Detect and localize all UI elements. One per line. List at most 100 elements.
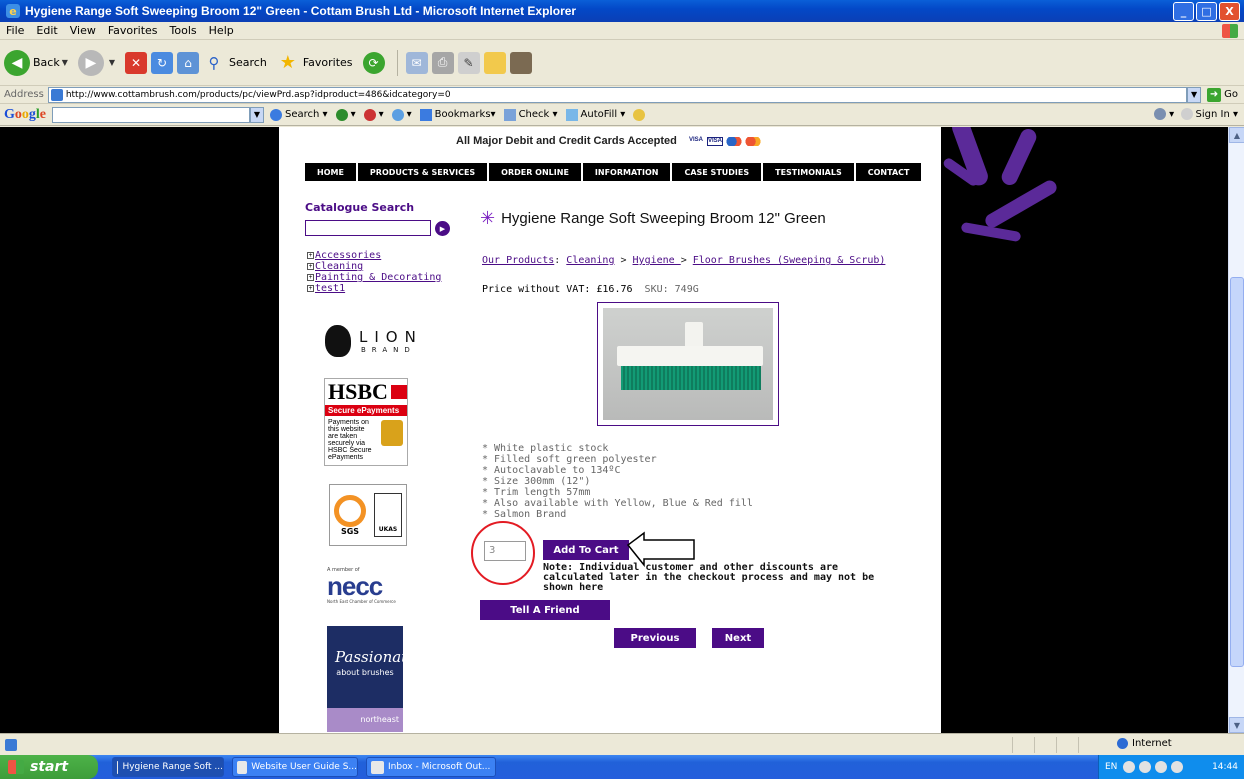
scroll-down-icon[interactable]: ▼	[1229, 717, 1244, 733]
home-icon[interactable]: ⌂	[177, 51, 200, 74]
google-sign-in[interactable]: ▾ Sign In ▾	[1154, 108, 1238, 120]
vertical-scrollbar[interactable]: ▲ ▼	[1228, 127, 1244, 733]
brand-text: BRAND	[361, 346, 416, 354]
breadcrumb-cleaning[interactable]: Cleaning	[566, 255, 614, 266]
close-button[interactable]: X	[1219, 1, 1240, 21]
mail-icon[interactable]: ✉	[405, 51, 428, 74]
print-icon[interactable]: ⎙	[431, 51, 454, 74]
passionate-about-brushes-logo[interactable]: Passionate about brushes northeast	[327, 626, 416, 732]
forward-button[interactable]: ▶ ▼	[77, 49, 115, 76]
ukas-text: UKAS	[378, 526, 398, 533]
nav-testimonials[interactable]: TESTIMONIALS	[763, 163, 856, 181]
product-image[interactable]	[597, 302, 779, 426]
window-title-bar[interactable]: e Hygiene Range Soft Sweeping Broom 12" …	[0, 0, 1244, 22]
taskbar-item-outlook[interactable]: Inbox - Microsoft Out...	[366, 757, 496, 777]
history-icon[interactable]: ⟳	[362, 51, 385, 74]
expand-icon[interactable]: +	[307, 252, 314, 259]
expand-icon[interactable]: +	[307, 263, 314, 270]
tray-icon[interactable]	[1139, 761, 1152, 773]
menu-edit[interactable]: Edit	[30, 24, 63, 37]
google-dropdown-icon[interactable]: ▼	[250, 106, 264, 123]
expand-icon[interactable]: +	[307, 274, 314, 281]
catalogue-search-input[interactable]	[305, 220, 431, 236]
spellcheck-icon	[503, 108, 516, 121]
minimize-button[interactable]: _	[1173, 1, 1194, 21]
lion-brand-logo[interactable]: LION BRAND	[325, 325, 423, 357]
news-icon[interactable]: ▾	[391, 108, 412, 121]
card-logos: VISA VISA	[688, 136, 764, 146]
category-link-painting[interactable]: Painting & Decorating	[315, 272, 441, 283]
security-zone: Internet	[1117, 738, 1172, 749]
search-button[interactable]: ⚲ Search	[203, 52, 267, 74]
address-dropdown-icon[interactable]: ▼	[1187, 86, 1202, 103]
wrench-icon[interactable]	[1154, 108, 1167, 120]
category-item: + Cleaning	[307, 261, 441, 272]
menu-view[interactable]: View	[64, 24, 102, 37]
nav-order-online[interactable]: ORDER ONLINE	[489, 163, 583, 181]
highlight-icon[interactable]	[633, 108, 648, 121]
taskbar-item-ie[interactable]: Hygiene Range Soft ...	[112, 757, 224, 777]
popup-blocker-icon[interactable]: ▾	[363, 108, 384, 121]
spellcheck-button[interactable]: Check ▾	[503, 108, 558, 121]
autofill-icon	[565, 108, 578, 121]
expand-icon[interactable]: +	[307, 285, 314, 292]
star-icon: ★	[279, 52, 296, 73]
system-tray: EN 14:44	[1098, 755, 1244, 779]
nav-products-services[interactable]: PRODUCTS & SERVICES	[358, 163, 490, 181]
catalogue-search-go-icon[interactable]: ▶	[435, 221, 450, 236]
scroll-thumb[interactable]	[1230, 277, 1244, 667]
google-search-button[interactable]: Search ▾	[270, 108, 328, 121]
go-button[interactable]: ➜ Go	[1201, 87, 1244, 102]
refresh-icon[interactable]: ↻	[151, 51, 174, 74]
back-button[interactable]: ◀ Back ▼	[4, 49, 68, 76]
taskbar-item-word[interactable]: Website User Guide S...	[232, 757, 358, 777]
scroll-up-icon[interactable]: ▲	[1229, 127, 1244, 143]
next-button[interactable]: Next	[712, 628, 764, 648]
google-search-label: Search	[285, 109, 320, 120]
research-icon[interactable]	[509, 51, 532, 74]
tell-a-friend-button[interactable]: Tell A Friend	[480, 600, 610, 620]
padlock-icon	[381, 420, 403, 446]
category-link-test1[interactable]: test1	[315, 283, 345, 294]
chevron-down-icon[interactable]: ▼	[62, 58, 68, 67]
nav-home[interactable]: HOME	[305, 163, 358, 181]
menu-tools[interactable]: Tools	[164, 24, 203, 37]
chevron-down-icon[interactable]: ▼	[109, 58, 115, 67]
hsbc-secure-logo[interactable]: HSBC Secure ePayments Payments on this w…	[324, 378, 408, 466]
folder-icon[interactable]	[483, 51, 506, 74]
tray-icon[interactable]	[1123, 761, 1136, 773]
back-label: Back	[33, 56, 60, 69]
discount-note: Note: Individual customer and other disc…	[543, 562, 875, 593]
start-button[interactable]: start	[0, 755, 98, 779]
word-icon	[237, 760, 248, 774]
menu-file[interactable]: File	[0, 24, 30, 37]
category-link-cleaning[interactable]: Cleaning	[315, 261, 363, 272]
category-link-accessories[interactable]: Accessories	[315, 250, 381, 261]
breadcrumb-floor-brushes[interactable]: Floor Brushes (Sweeping & Scrub)	[693, 255, 886, 266]
nav-information[interactable]: INFORMATION	[583, 163, 673, 181]
page-viewport: All Major Debit and Credit Cards Accepte…	[0, 127, 1244, 733]
language-indicator[interactable]: EN	[1105, 762, 1117, 772]
clock[interactable]: 14:44	[1212, 762, 1238, 772]
necc-logo[interactable]: A member of necc North East Chamber of C…	[327, 567, 407, 604]
previous-button[interactable]: Previous	[614, 628, 696, 648]
favorites-button[interactable]: ★ Favorites	[277, 52, 353, 74]
stop-icon[interactable]: ✕	[125, 51, 148, 74]
breadcrumb-our-products[interactable]: Our Products	[482, 255, 554, 266]
address-input[interactable]: http://www.cottambrush.com/products/pc/v…	[47, 86, 1188, 103]
menu-help[interactable]: Help	[203, 24, 240, 37]
tray-icon[interactable]	[1171, 761, 1184, 773]
google-search-input[interactable]	[52, 106, 250, 123]
tray-icon[interactable]	[1155, 761, 1168, 773]
menu-favorites[interactable]: Favorites	[102, 24, 164, 37]
bookmarks-button[interactable]: Bookmarks ▾	[419, 108, 496, 121]
nav-contact[interactable]: CONTACT	[856, 163, 922, 181]
nav-case-studies[interactable]: CASE STUDIES	[672, 163, 764, 181]
autofill-button[interactable]: AutoFill ▾	[565, 108, 625, 121]
menu-bar: File Edit View Favorites Tools Help	[0, 22, 1244, 40]
maximize-button[interactable]: □	[1196, 1, 1217, 21]
breadcrumb-hygiene[interactable]: Hygiene	[633, 255, 681, 266]
edit-icon[interactable]: ✎	[457, 51, 480, 74]
add-to-cart-button[interactable]: Add To Cart	[543, 540, 629, 560]
pagerank-icon[interactable]: ▾	[335, 108, 356, 121]
